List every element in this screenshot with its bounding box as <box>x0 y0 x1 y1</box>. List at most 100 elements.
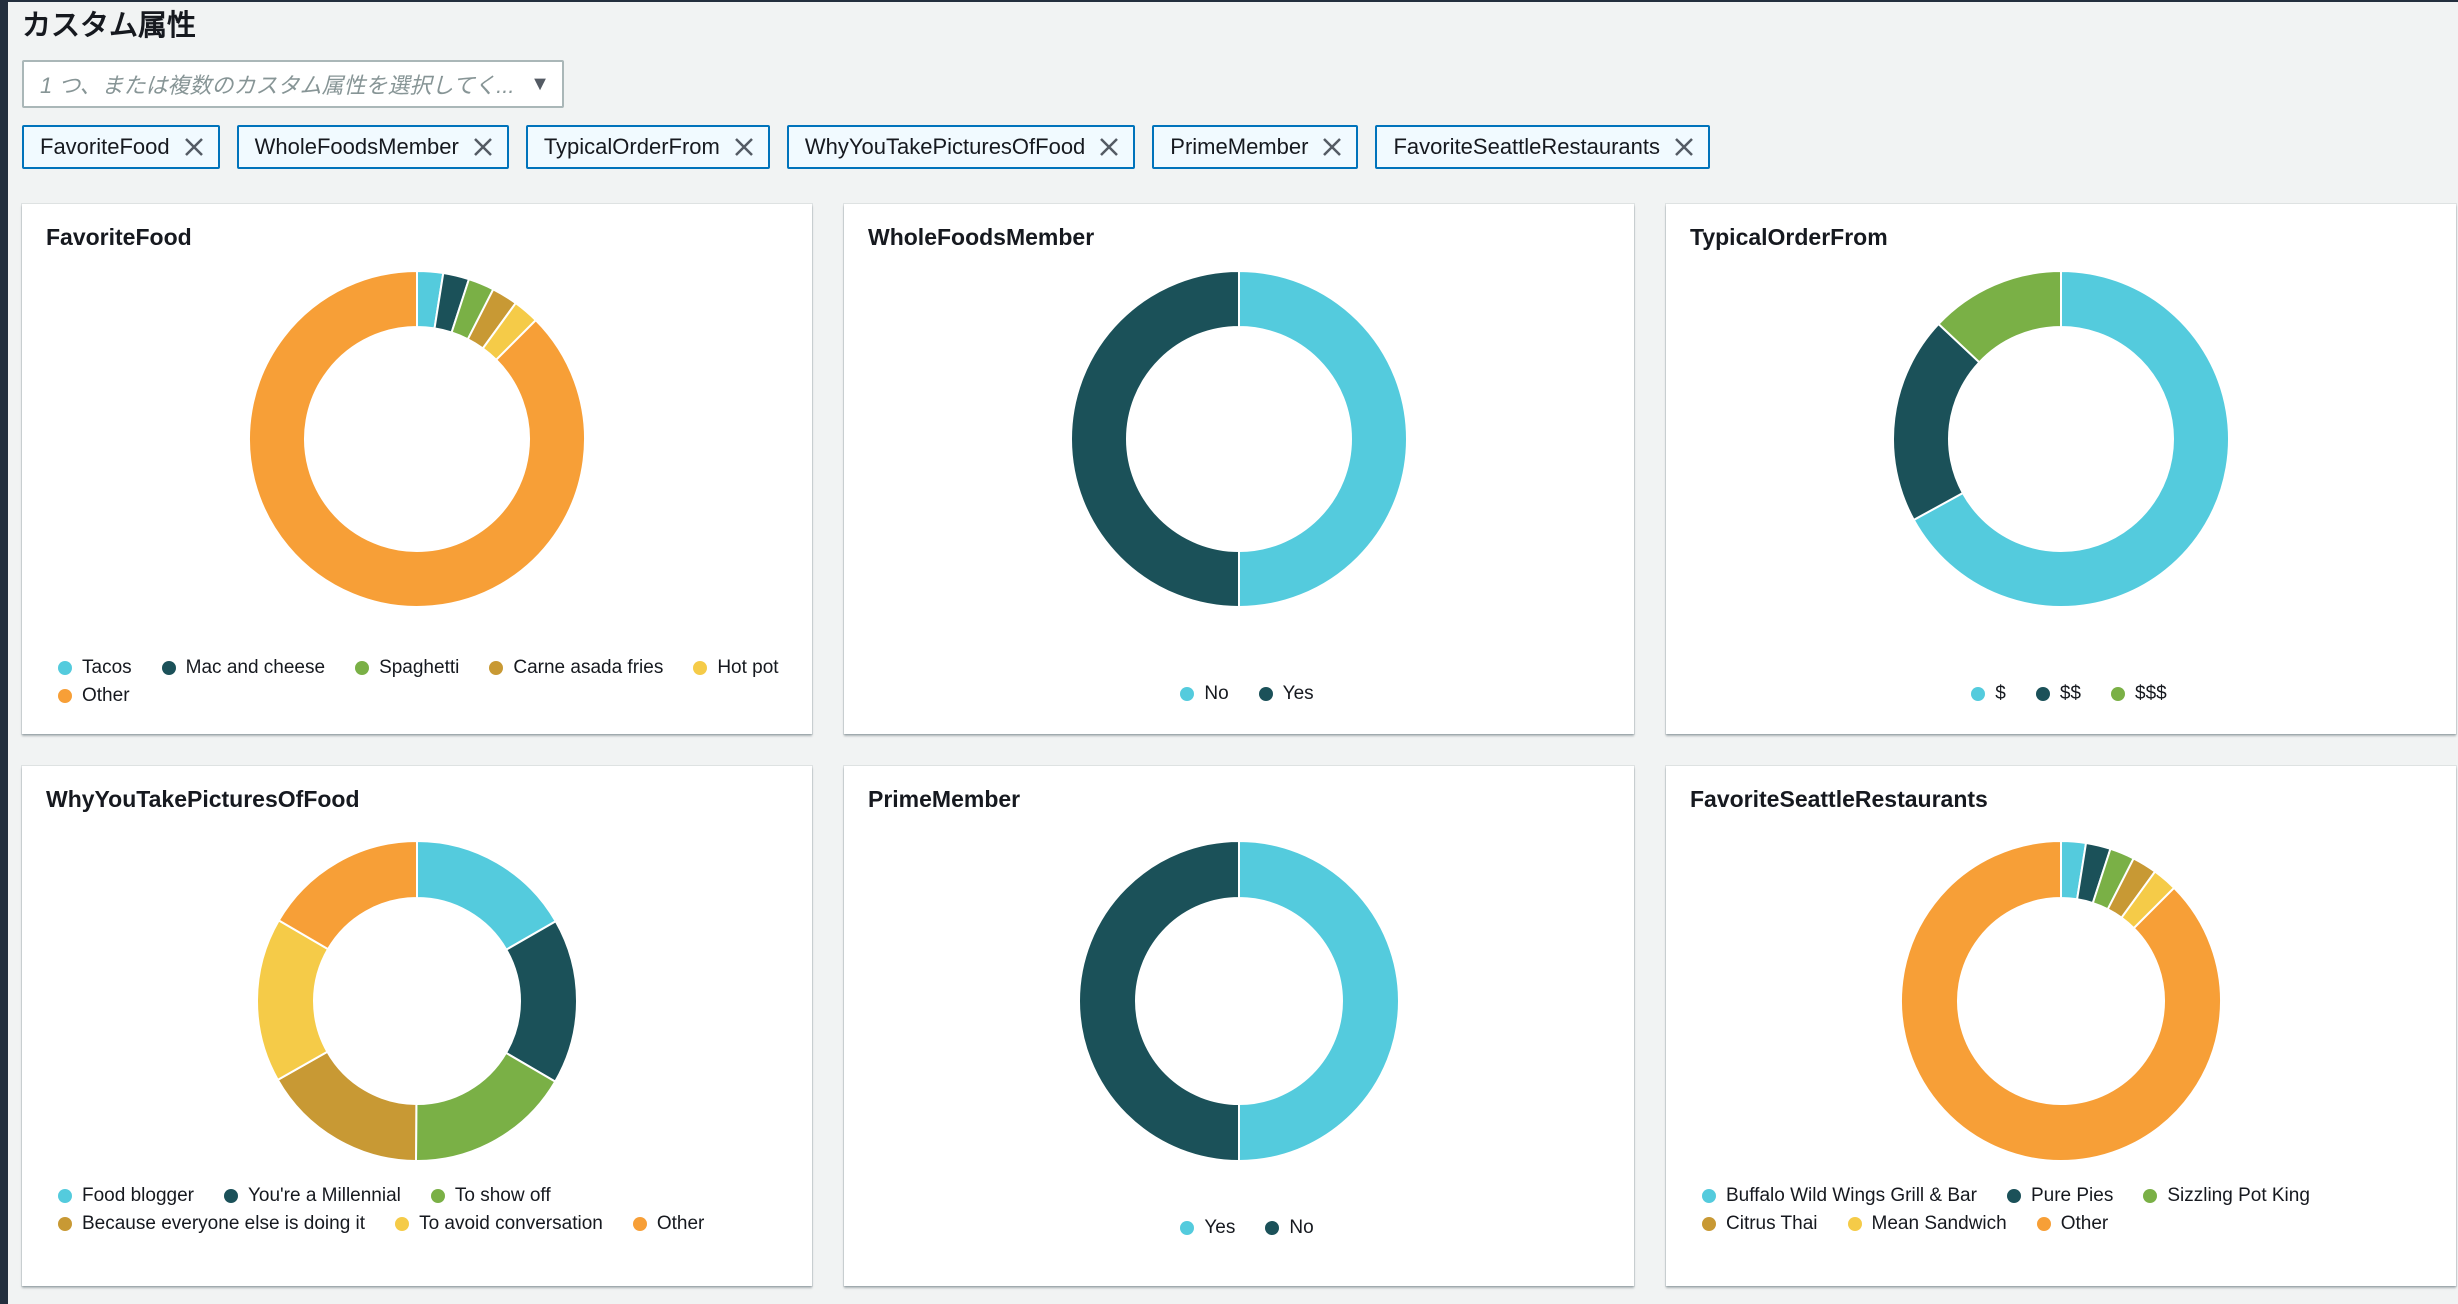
chart-card-favoriteseattlerestaurants: FavoriteSeattleRestaurants Buffalo Wild … <box>1666 766 2456 1286</box>
legend-label: Mac and cheese <box>185 657 326 678</box>
legend-item-dollar[interactable]: $ <box>1971 682 2006 706</box>
legend-swatch <box>2035 687 2050 701</box>
legend-item-buffalo-wild-wings-grill-bar[interactable]: Buffalo Wild Wings Grill & Bar <box>1702 1184 1977 1208</box>
donut-chart <box>248 269 586 608</box>
chart-card-whyyoutakepicturesoffood: WhyYouTakePicturesOfFood Food blogger You… <box>22 766 812 1286</box>
close-icon[interactable] <box>1660 136 1708 158</box>
legend-item-no[interactable]: No <box>1265 1216 1314 1240</box>
legend-item-no[interactable]: No <box>1180 682 1229 706</box>
token-label: TypicalOrderFrom <box>543 134 720 159</box>
legend-swatch <box>2111 687 2125 701</box>
legend-label: Sizzling Pot King <box>2167 1185 2310 1206</box>
legend-label: Food blogger <box>82 1185 194 1206</box>
legend-item-carne-asada-fries[interactable]: Carne asada fries <box>489 656 663 680</box>
donut-chart <box>256 839 578 1163</box>
donut-chart <box>1891 269 2230 608</box>
legend-item-dollardollardollar[interactable]: $$$ <box>2111 682 2167 706</box>
legend-label: Mean Sandwich <box>1871 1213 2007 1234</box>
chart-legend: Food blogger You're a Millennial To show o… <box>58 1184 792 1236</box>
legend-label: $$$ <box>2135 683 2167 704</box>
close-icon[interactable] <box>1308 136 1356 158</box>
legend-label: To avoid conversation <box>419 1213 603 1234</box>
legend-item-because-everyone-else-is-doing-it[interactable]: Because everyone else is doing it <box>58 1212 365 1236</box>
donut-slice-dollardollar[interactable] <box>1891 322 1981 522</box>
legend-item-citrus-thai[interactable]: Citrus Thai <box>1702 1212 1818 1236</box>
legend-swatch <box>355 661 370 675</box>
donut-slice-other[interactable] <box>1900 839 2222 1162</box>
legend-item-mean-sandwich[interactable]: Mean Sandwich <box>1847 1212 2007 1236</box>
close-icon[interactable] <box>170 136 218 158</box>
attribute-charts-grid: FavoriteFood Tacos Mac and cheese Spaghett… <box>22 204 2456 1286</box>
chart-title: WhyYouTakePicturesOfFood <box>46 786 360 812</box>
legend-swatch <box>1258 687 1273 701</box>
legend-item-other[interactable]: Other <box>2036 1212 2109 1236</box>
chart-legend: Buffalo Wild Wings Grill & Bar Pure Pies S… <box>1702 1184 2436 1236</box>
legend-label: Spaghetti <box>379 657 460 678</box>
donut-slice-you-re-a-millennial[interactable] <box>504 919 578 1083</box>
legend-item-sizzling-pot-king[interactable]: Sizzling Pot King <box>2143 1184 2310 1208</box>
legend-item-dollardollar[interactable]: $$ <box>2035 682 2081 706</box>
legend-item-spaghetti[interactable]: Spaghetti <box>355 656 459 680</box>
token-label: PrimeMember <box>1170 134 1309 159</box>
legend-label: Other <box>2060 1213 2109 1234</box>
donut-slice-to-avoid-conversation[interactable] <box>256 919 330 1082</box>
legend-label: Hot pot <box>717 657 779 678</box>
legend-item-hot-pot[interactable]: Hot pot <box>693 656 779 680</box>
donut-slice-to-show-off[interactable] <box>414 1051 557 1162</box>
token-label: WhyYouTakePicturesOfFood <box>804 134 1086 159</box>
legend-swatch <box>1847 1217 1862 1231</box>
legend-swatch <box>395 1217 410 1231</box>
legend-label: Other <box>82 685 130 706</box>
custom-attribute-multiselect[interactable]: 1 つ、または複数のカスタム属性を選択してく... ▼ <box>22 60 564 108</box>
legend-label: You're a Millennial <box>247 1185 401 1206</box>
legend-swatch <box>58 1217 72 1231</box>
chart-legend: Yes No <box>880 1216 1614 1240</box>
legend-swatch <box>2006 1189 2021 1203</box>
close-icon[interactable] <box>720 136 768 158</box>
token-favoritefood: FavoriteFood <box>22 125 220 169</box>
legend-label: Carne asada fries <box>513 657 664 678</box>
token-wholefoodsmember: WholeFoodsMember <box>236 125 509 169</box>
legend-swatch <box>489 661 504 675</box>
legend-item-tacos[interactable]: Tacos <box>58 656 132 680</box>
legend-item-you-re-a-millennial[interactable]: You're a Millennial <box>223 1184 401 1208</box>
donut-chart <box>1900 839 2222 1162</box>
donut-chart <box>1078 839 1400 1163</box>
chart-legend: Tacos Mac and cheese Spaghetti Carne asada … <box>58 656 792 708</box>
donut-slice-other[interactable] <box>248 269 586 608</box>
donut-slice-no[interactable] <box>1238 269 1408 609</box>
chart-title: FavoriteSeattleRestaurants <box>1690 786 1988 812</box>
token-label: WholeFoodsMember <box>254 134 459 159</box>
donut-slice-no[interactable] <box>1078 839 1240 1163</box>
legend-item-yes[interactable]: Yes <box>1180 1216 1235 1240</box>
legend-item-to-show-off[interactable]: To show off <box>430 1184 551 1208</box>
left-navigation-rail <box>0 0 8 1304</box>
legend-label: No <box>1204 683 1229 704</box>
chart-title: TypicalOrderFrom <box>1690 224 1888 250</box>
legend-item-pure-pies[interactable]: Pure Pies <box>2006 1184 2113 1208</box>
donut-slice-yes[interactable] <box>1070 269 1240 609</box>
legend-swatch <box>693 661 708 675</box>
caret-down-icon[interactable]: ▼ <box>518 73 562 96</box>
legend-label: Yes <box>1282 683 1314 704</box>
legend-label: Because everyone else is doing it <box>82 1213 366 1234</box>
legend-swatch <box>632 1217 647 1231</box>
donut-slice-other[interactable] <box>277 839 418 951</box>
legend-item-other[interactable]: Other <box>632 1212 704 1236</box>
legend-item-mac-and-cheese[interactable]: Mac and cheese <box>161 656 326 680</box>
close-icon[interactable] <box>1085 136 1133 158</box>
legend-swatch <box>1971 687 1986 701</box>
legend-swatch <box>223 1189 238 1203</box>
donut-slice-yes[interactable] <box>1238 839 1400 1163</box>
chart-card-wholefoodsmember: WholeFoodsMember No Yes <box>844 204 1634 734</box>
legend-swatch <box>1265 1221 1280 1235</box>
legend-item-to-avoid-conversation[interactable]: To avoid conversation <box>395 1212 603 1236</box>
legend-item-yes[interactable]: Yes <box>1258 682 1314 706</box>
legend-swatch <box>2036 1217 2051 1231</box>
token-typicalorderfrom: TypicalOrderFrom <box>525 125 770 169</box>
legend-item-food-blogger[interactable]: Food blogger <box>58 1184 194 1208</box>
close-icon[interactable] <box>459 136 507 158</box>
chart-card-favoritefood: FavoriteFood Tacos Mac and cheese Spaghett… <box>22 204 812 734</box>
legend-swatch <box>58 661 72 675</box>
legend-item-other[interactable]: Other <box>58 684 130 708</box>
